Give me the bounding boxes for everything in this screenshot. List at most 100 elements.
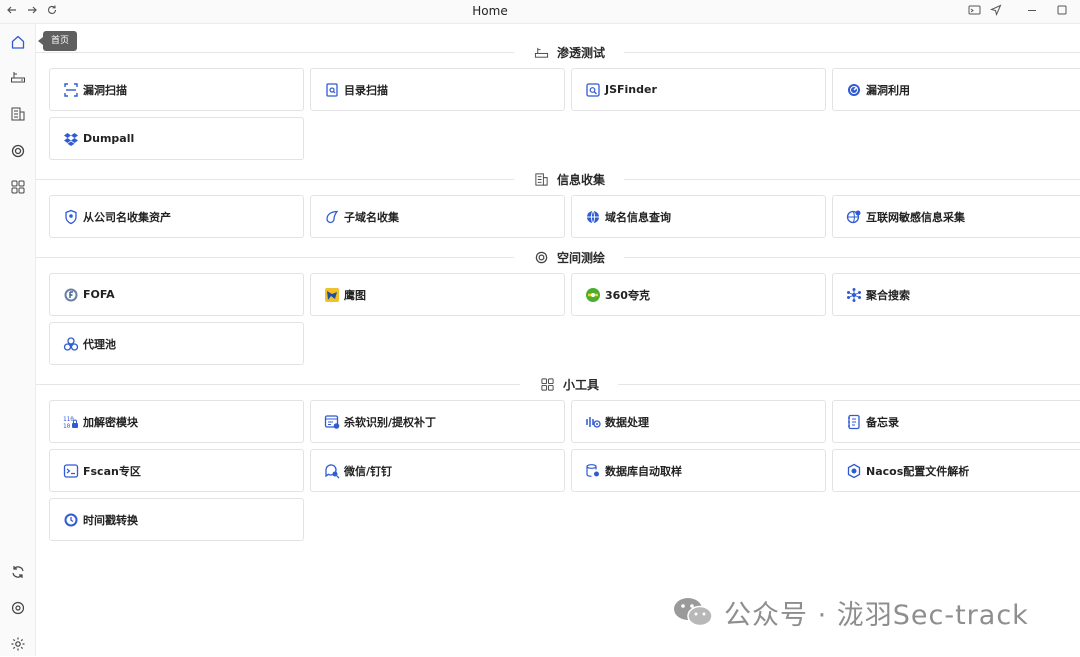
card-fofa[interactable]: FOFA bbox=[49, 273, 304, 316]
home-icon[interactable] bbox=[5, 29, 31, 55]
card-timestamp[interactable]: 时间戳转换 bbox=[49, 498, 304, 541]
card-label: 鹰图 bbox=[344, 288, 366, 302]
card-label: 时间戳转换 bbox=[83, 513, 138, 527]
card-label: 目录扫描 bbox=[344, 83, 388, 97]
send-icon[interactable] bbox=[988, 4, 1004, 20]
maximize-icon[interactable] bbox=[1054, 4, 1070, 20]
biohazard-icon bbox=[63, 336, 79, 351]
section-header: 小工具 bbox=[36, 374, 1080, 394]
card-label: JSFinder bbox=[605, 83, 657, 96]
globe-icon bbox=[587, 210, 599, 223]
card-exploit[interactable]: 漏洞利用 bbox=[832, 68, 1080, 111]
card-wechat-dingtalk[interactable]: 微信/钉钉 bbox=[310, 449, 565, 492]
card-label: 漏洞扫描 bbox=[83, 83, 127, 97]
divider bbox=[624, 257, 1080, 258]
dropbox-icon bbox=[64, 132, 78, 146]
card-domain-info[interactable]: 域名信息查询 bbox=[571, 195, 826, 238]
section-title: 信息收集 bbox=[557, 172, 606, 187]
divider bbox=[36, 179, 514, 180]
network-icon bbox=[847, 287, 861, 302]
settings-icon[interactable] bbox=[5, 631, 31, 657]
card-dumpall[interactable]: Dumpall bbox=[49, 117, 304, 160]
grid-icon bbox=[541, 377, 554, 391]
card-label: FOFA bbox=[83, 288, 115, 301]
chat-search-icon bbox=[325, 463, 340, 478]
card-label: 代理池 bbox=[83, 337, 116, 351]
spiral-icon[interactable] bbox=[5, 138, 31, 164]
card-label: 360夸克 bbox=[605, 288, 650, 302]
exploit-gauge-icon bbox=[848, 83, 860, 96]
card-label: 聚合搜索 bbox=[866, 288, 910, 302]
card-label: 加解密模块 bbox=[83, 415, 138, 429]
sync-icon[interactable] bbox=[5, 559, 31, 585]
card-memo[interactable]: 备忘录 bbox=[832, 400, 1080, 443]
divider bbox=[618, 384, 1080, 385]
card-av-detect[interactable]: 杀软识别/提权补丁 bbox=[310, 400, 565, 443]
card-dir-scan[interactable]: 目录扫描 bbox=[310, 68, 565, 111]
card-quake[interactable]: 360夸克 bbox=[571, 273, 826, 316]
eagle-map-icon bbox=[325, 287, 339, 302]
card-label: 域名信息查询 bbox=[605, 210, 671, 224]
card-nacos[interactable]: Nacos配置文件解析 bbox=[832, 449, 1080, 492]
terminal-window-icon bbox=[63, 463, 79, 478]
card-aggregate-search[interactable]: 聚合搜索 bbox=[832, 273, 1080, 316]
card-label: 杀软识别/提权补丁 bbox=[344, 415, 437, 429]
divider bbox=[624, 52, 1080, 53]
card-proxy-pool[interactable]: 代理池 bbox=[49, 322, 304, 365]
section-title: 小工具 bbox=[563, 377, 600, 392]
card-hunter[interactable]: 鹰图 bbox=[310, 273, 565, 316]
card-sensitive-info[interactable]: 互联网敏感信息采集 bbox=[832, 195, 1080, 238]
divider bbox=[36, 52, 514, 53]
spiral-icon bbox=[535, 251, 548, 263]
svg-text:10: 10 bbox=[63, 423, 71, 430]
divider bbox=[624, 179, 1080, 180]
building-icon bbox=[535, 172, 548, 186]
notebook-icon bbox=[848, 414, 860, 429]
section-header: 空间测绘 bbox=[36, 247, 1080, 267]
shield-icon bbox=[65, 209, 77, 224]
router-icon bbox=[534, 47, 549, 58]
router-icon[interactable] bbox=[5, 64, 31, 90]
terminal-icon[interactable] bbox=[966, 4, 982, 20]
clock-icon bbox=[64, 513, 78, 526]
card-subdomain[interactable]: 子域名收集 bbox=[310, 195, 565, 238]
card-label: Fscan专区 bbox=[83, 464, 141, 478]
card-label: 微信/钉钉 bbox=[344, 464, 393, 478]
camera-settings-icon[interactable] bbox=[5, 595, 31, 621]
quake-360-icon bbox=[586, 287, 600, 302]
card-label: 漏洞利用 bbox=[866, 83, 910, 97]
fofa-logo-icon bbox=[64, 288, 78, 301]
card-label: 子域名收集 bbox=[344, 210, 399, 224]
section-title: 渗透测试 bbox=[557, 45, 606, 60]
card-label: 互联网敏感信息采集 bbox=[866, 210, 965, 224]
building-icon[interactable] bbox=[5, 101, 31, 127]
window-check-icon bbox=[324, 414, 340, 429]
gear-cube-icon bbox=[847, 463, 861, 478]
database-search-icon bbox=[586, 463, 599, 477]
document-scan-icon bbox=[326, 82, 338, 97]
watermark-text: 公众号 · 泷羽Sec-track bbox=[724, 599, 1029, 631]
wechat-icon bbox=[674, 598, 713, 627]
globe-gear-icon bbox=[846, 210, 861, 223]
data-process-icon bbox=[586, 416, 601, 428]
card-vuln-scan[interactable]: 漏洞扫描 bbox=[49, 68, 304, 111]
card-label: 备忘录 bbox=[866, 415, 899, 429]
card-data-process[interactable]: 数据处理 bbox=[571, 400, 826, 443]
card-jsfinder[interactable]: JSFinder bbox=[571, 68, 826, 111]
divider bbox=[36, 384, 520, 385]
watermark: 公众号 · 泷羽Sec-track bbox=[672, 592, 1029, 632]
grid-icon[interactable] bbox=[5, 174, 31, 200]
card-label: Nacos配置文件解析 bbox=[866, 464, 970, 478]
sidebar bbox=[0, 24, 36, 656]
card-db-sample[interactable]: 数据库自动取样 bbox=[571, 449, 826, 492]
binary-lock-icon: 11010 bbox=[63, 416, 78, 430]
scan-frame-icon bbox=[64, 82, 78, 97]
card-company-assets[interactable]: 从公司名收集资产 bbox=[49, 195, 304, 238]
card-label: 数据库自动取样 bbox=[605, 464, 682, 478]
card-crypto[interactable]: 110 10 加解密模块 bbox=[49, 400, 304, 443]
section-title: 空间测绘 bbox=[557, 250, 606, 265]
title-bar: Home bbox=[0, 0, 1080, 24]
search-window-icon bbox=[586, 82, 600, 97]
minimize-icon[interactable] bbox=[1024, 4, 1040, 20]
card-fscan[interactable]: Fscan专区 bbox=[49, 449, 304, 492]
